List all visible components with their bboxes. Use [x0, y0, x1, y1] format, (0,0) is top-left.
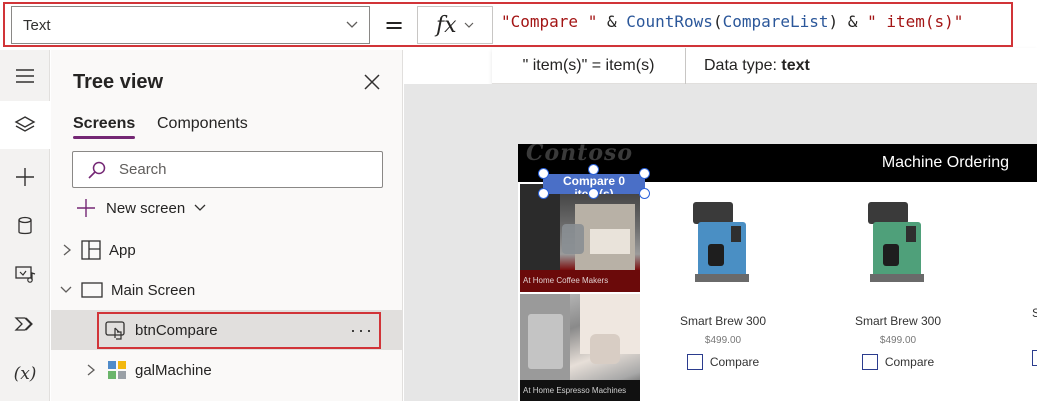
- hamburger-menu-button[interactable]: [0, 52, 50, 100]
- close-icon[interactable]: [362, 72, 382, 92]
- formula-highlight-box: [3, 2, 1013, 47]
- insert-button[interactable]: [0, 153, 50, 201]
- left-rail: (x): [0, 50, 50, 401]
- screen-icon: [81, 282, 103, 298]
- contoso-logo: Contoso: [526, 144, 634, 166]
- resize-handle[interactable]: [538, 168, 549, 179]
- product-price: $499.00: [879, 335, 917, 346]
- power-automate-button[interactable]: [0, 300, 50, 348]
- resize-handle[interactable]: [538, 188, 549, 199]
- app-icon: [81, 240, 101, 260]
- tree-node-gal-machine[interactable]: galMachine: [51, 350, 402, 390]
- coffee-machine-image: [693, 202, 749, 282]
- compare-checkbox[interactable]: Compare: [818, 354, 978, 370]
- power-automate-icon: [14, 317, 33, 331]
- selected-node-highlight: [97, 312, 381, 349]
- product-price: $499.00: [704, 335, 742, 346]
- partial-product-name: S: [1032, 306, 1037, 320]
- resize-handle[interactable]: [588, 164, 599, 175]
- tree-node-label: App: [109, 241, 136, 259]
- checkbox-icon: [686, 354, 703, 370]
- tree-view-button[interactable]: [0, 101, 50, 149]
- design-canvas: Contoso Machine Ordering At Home Coffee …: [404, 84, 1037, 401]
- media-button[interactable]: [0, 250, 50, 298]
- database-icon: [18, 216, 32, 235]
- chevron-down-icon: [60, 286, 72, 293]
- new-screen-button[interactable]: New screen: [76, 198, 207, 218]
- tree-node-app[interactable]: App: [51, 230, 402, 270]
- panel-title: Tree view: [73, 71, 164, 93]
- media-icon: [15, 266, 36, 283]
- app-title: Machine Ordering: [881, 154, 1009, 171]
- product-card[interactable]: Smart Brew 300 $499.00 Compare: [818, 194, 978, 370]
- partial-checkbox-icon: [1032, 350, 1037, 366]
- compare-checkbox[interactable]: Compare: [643, 354, 803, 370]
- checkbox-icon: [861, 354, 878, 370]
- tree-node-label: galMachine: [135, 361, 212, 379]
- plus-icon: [77, 199, 95, 217]
- product-name: Smart Brew 300: [679, 314, 767, 328]
- espresso-machine-photo: [520, 294, 640, 380]
- resize-handle[interactable]: [639, 168, 650, 179]
- formula-hint-bar: " item(s)" = item(s) Data type: text: [492, 47, 1037, 84]
- formula-bar: Text = fx "Compare " & CountRows(Compare…: [0, 0, 1037, 50]
- chevron-right-icon: [87, 364, 96, 376]
- product-card[interactable]: Smart Brew 300 $499.00 Compare: [643, 194, 803, 370]
- data-type-info: Data type: text: [686, 57, 810, 75]
- gallery-icon: [108, 361, 126, 379]
- data-type-label: Data type:: [704, 56, 777, 74]
- variables-button[interactable]: (x): [0, 350, 50, 398]
- category-caption: At Home Espresso Machines: [520, 380, 640, 401]
- product-name: Smart Brew 300: [854, 314, 942, 328]
- resize-handle[interactable]: [639, 188, 650, 199]
- chevron-down-icon: [194, 204, 206, 211]
- layers-icon: [14, 116, 36, 132]
- search-box: [72, 151, 383, 188]
- tab-screens[interactable]: Screens: [73, 115, 136, 139]
- search-icon: [88, 161, 106, 179]
- new-screen-label: New screen: [106, 199, 186, 217]
- category-tile[interactable]: At Home Espresso Machines: [520, 294, 640, 401]
- search-input[interactable]: [119, 161, 359, 178]
- category-caption: At Home Coffee Makers: [520, 270, 640, 292]
- app-screen-preview: Contoso Machine Ordering At Home Coffee …: [518, 144, 1037, 401]
- variables-icon: (x): [13, 364, 37, 384]
- tab-components[interactable]: Components: [157, 115, 248, 133]
- data-type-value: text: [781, 56, 810, 74]
- data-button[interactable]: [0, 202, 50, 250]
- category-tile[interactable]: At Home Coffee Makers: [520, 184, 640, 292]
- formula-evaluation-preview: " item(s)" = item(s): [492, 47, 686, 84]
- chevron-right-icon: [63, 244, 72, 256]
- coffee-maker-photo: [520, 184, 635, 270]
- resize-handle[interactable]: [588, 188, 599, 199]
- compare-label: Compare: [884, 355, 935, 369]
- plus-icon: [16, 168, 34, 186]
- tree-view-panel: Tree view Screens Components New screen …: [51, 50, 403, 401]
- tree-node-label: Main Screen: [111, 281, 196, 299]
- tree-node-main-screen[interactable]: Main Screen: [51, 270, 402, 310]
- hamburger-icon: [16, 69, 34, 83]
- coffee-machine-image: [868, 202, 924, 282]
- compare-label: Compare: [709, 355, 760, 369]
